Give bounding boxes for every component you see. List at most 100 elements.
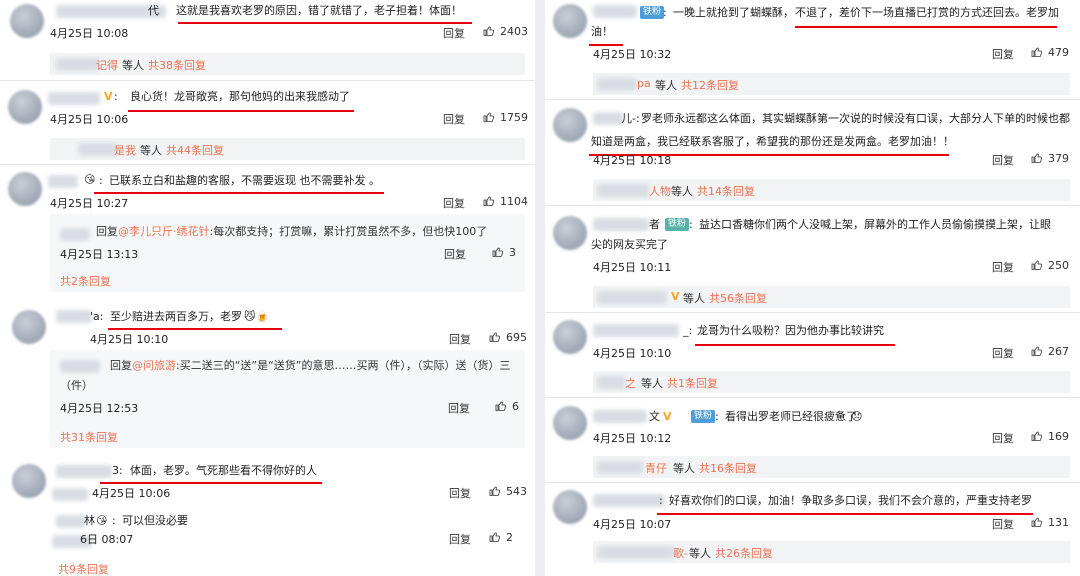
reply-thread-summary[interactable]: pa 等人 共12条回复: [593, 73, 1070, 95]
reply-thread-summary[interactable]: 是我 等人 共44条回复: [50, 138, 525, 160]
like-button[interactable]: 1104: [483, 195, 528, 208]
reply-button[interactable]: 回复: [992, 516, 1014, 532]
like-button[interactable]: 543: [489, 485, 527, 498]
reply-thread-summary[interactable]: 人物 等人 共14条回复: [593, 179, 1070, 201]
like-button[interactable]: 6: [495, 400, 519, 413]
username-tail: 林: [84, 514, 95, 527]
like-button[interactable]: 1759: [483, 111, 528, 124]
divider: [545, 482, 1080, 483]
comment-item: 铁粉 : 一晚上就抢到了蝴蝶酥， 不退了，差价下一场直播已打赏的方式还回去。老罗…: [545, 0, 1080, 66]
verified-v-icon: V: [104, 90, 113, 103]
comment-prefix: 者: [649, 218, 660, 231]
reply-button[interactable]: 回复: [449, 331, 471, 347]
comment-prefix: 'a:: [90, 310, 104, 323]
username-blurred: [597, 184, 649, 197]
avatar[interactable]: [553, 216, 587, 250]
username-blurred[interactable]: [593, 218, 649, 231]
reply-button[interactable]: 回复: [444, 246, 466, 262]
comment-prefix: 文: [649, 410, 660, 423]
thread-wait: 等人: [641, 377, 663, 390]
thread-count[interactable]: 共38条回复: [148, 57, 206, 73]
avatar[interactable]: [553, 320, 587, 354]
like-button[interactable]: 169: [1031, 430, 1069, 443]
avatar[interactable]: [12, 464, 46, 498]
reply-button[interactable]: 回复: [992, 430, 1014, 446]
like-button[interactable]: 3: [492, 246, 516, 259]
thread-wait: 等人: [671, 185, 693, 198]
reply-thread-summary[interactable]: 青仔 等人 共16条回复: [593, 456, 1070, 478]
like-count: 1759: [500, 111, 528, 124]
username-blurred[interactable]: [56, 310, 92, 323]
thread-count[interactable]: 共26条回复: [715, 545, 773, 561]
comment-item: 者 铁粉 : 益达口香糖你们两个人没喊上架，屏幕外的工作人员偷偷摸摸上架，让眼 …: [545, 210, 1080, 276]
like-button[interactable]: 250: [1031, 259, 1069, 272]
thread-count[interactable]: 共12条回复: [681, 77, 739, 93]
username-blurred[interactable]: [593, 494, 665, 507]
reply-button[interactable]: 回复: [443, 111, 465, 127]
like-button[interactable]: 479: [1031, 46, 1069, 59]
reply-button[interactable]: 回复: [449, 485, 471, 501]
more-replies-link[interactable]: 共2条回复: [60, 273, 111, 289]
more-replies-link[interactable]: 共31条回复: [60, 429, 118, 445]
username-blurred[interactable]: [56, 465, 112, 478]
red-underline: [100, 482, 322, 484]
avatar[interactable]: [12, 310, 46, 344]
red-underline: [94, 192, 384, 194]
reply-button[interactable]: 回复: [449, 531, 471, 547]
mention-link[interactable]: @问旅游: [132, 359, 176, 372]
username-blurred[interactable]: [56, 515, 86, 528]
colon: :: [114, 90, 118, 103]
username-blurred: [597, 546, 675, 559]
thread-count[interactable]: 共14条回复: [697, 183, 755, 199]
thread-count[interactable]: 共1条回复: [667, 375, 718, 391]
thread-count[interactable]: 共44条回复: [166, 142, 224, 158]
thread-name: 之: [625, 377, 636, 390]
reply-button[interactable]: 回复: [443, 195, 465, 211]
colon: :: [689, 218, 693, 231]
panel-gutter: [535, 0, 545, 576]
reply-button[interactable]: 回复: [992, 259, 1014, 275]
username-blurred[interactable]: [593, 112, 623, 125]
reply-thread-summary[interactable]: 记得 等人 共38条回复: [50, 53, 525, 75]
thread-wait: 等人: [683, 292, 705, 305]
sub-reply-box: 回复@问旅游:买二送三的“送”是“送货”的意思……买两（件），（实际）送（货）三…: [50, 350, 525, 448]
username-blurred[interactable]: [593, 5, 637, 18]
thread-count[interactable]: 共16条回复: [699, 460, 757, 476]
like-button[interactable]: 131: [1031, 516, 1069, 529]
reply-button[interactable]: 回复: [448, 400, 470, 416]
reply-button[interactable]: 回复: [992, 46, 1014, 62]
avatar[interactable]: [8, 90, 42, 124]
avatar[interactable]: [553, 4, 587, 38]
username-blurred[interactable]: [593, 410, 647, 423]
avatar[interactable]: [553, 490, 587, 524]
like-button[interactable]: 2403: [483, 25, 528, 38]
username-blurred[interactable]: [48, 175, 78, 188]
username-blurred[interactable]: [593, 324, 679, 337]
divider: [545, 397, 1080, 398]
like-button[interactable]: 695: [489, 331, 527, 344]
like-button[interactable]: 379: [1031, 152, 1069, 165]
comment-text-c: 油！: [591, 25, 613, 38]
reply-thread-summary[interactable]: 之 等人 共1条回复: [593, 371, 1070, 393]
avatar[interactable]: [10, 4, 44, 38]
more-replies-link[interactable]: 共9条回复: [58, 561, 109, 576]
thumb-up-icon: [483, 195, 495, 207]
username-blurred[interactable]: [48, 92, 100, 105]
comment-text: 至少赔进去两百多万，老罗: [110, 310, 242, 323]
reply-button[interactable]: 回复: [992, 345, 1014, 361]
avatar[interactable]: [8, 172, 42, 206]
colon: :: [663, 6, 667, 19]
thread-count[interactable]: 共56条回复: [709, 290, 767, 306]
avatar[interactable]: [553, 406, 587, 440]
username-blurred[interactable]: [60, 228, 90, 241]
mention-link[interactable]: @李儿只斤·绣花针: [118, 225, 210, 238]
like-button[interactable]: 267: [1031, 345, 1069, 358]
reply-button[interactable]: 回复: [992, 152, 1014, 168]
like-count: 131: [1048, 516, 1069, 529]
avatar[interactable]: [553, 108, 587, 142]
reply-thread-summary[interactable]: V 等人 共56条回复: [593, 286, 1070, 308]
like-count: 2403: [500, 25, 528, 38]
reply-thread-summary[interactable]: 歌- 等人 共26条回复: [593, 541, 1070, 563]
reply-button[interactable]: 回复: [443, 25, 465, 41]
like-button[interactable]: 2: [489, 531, 513, 544]
